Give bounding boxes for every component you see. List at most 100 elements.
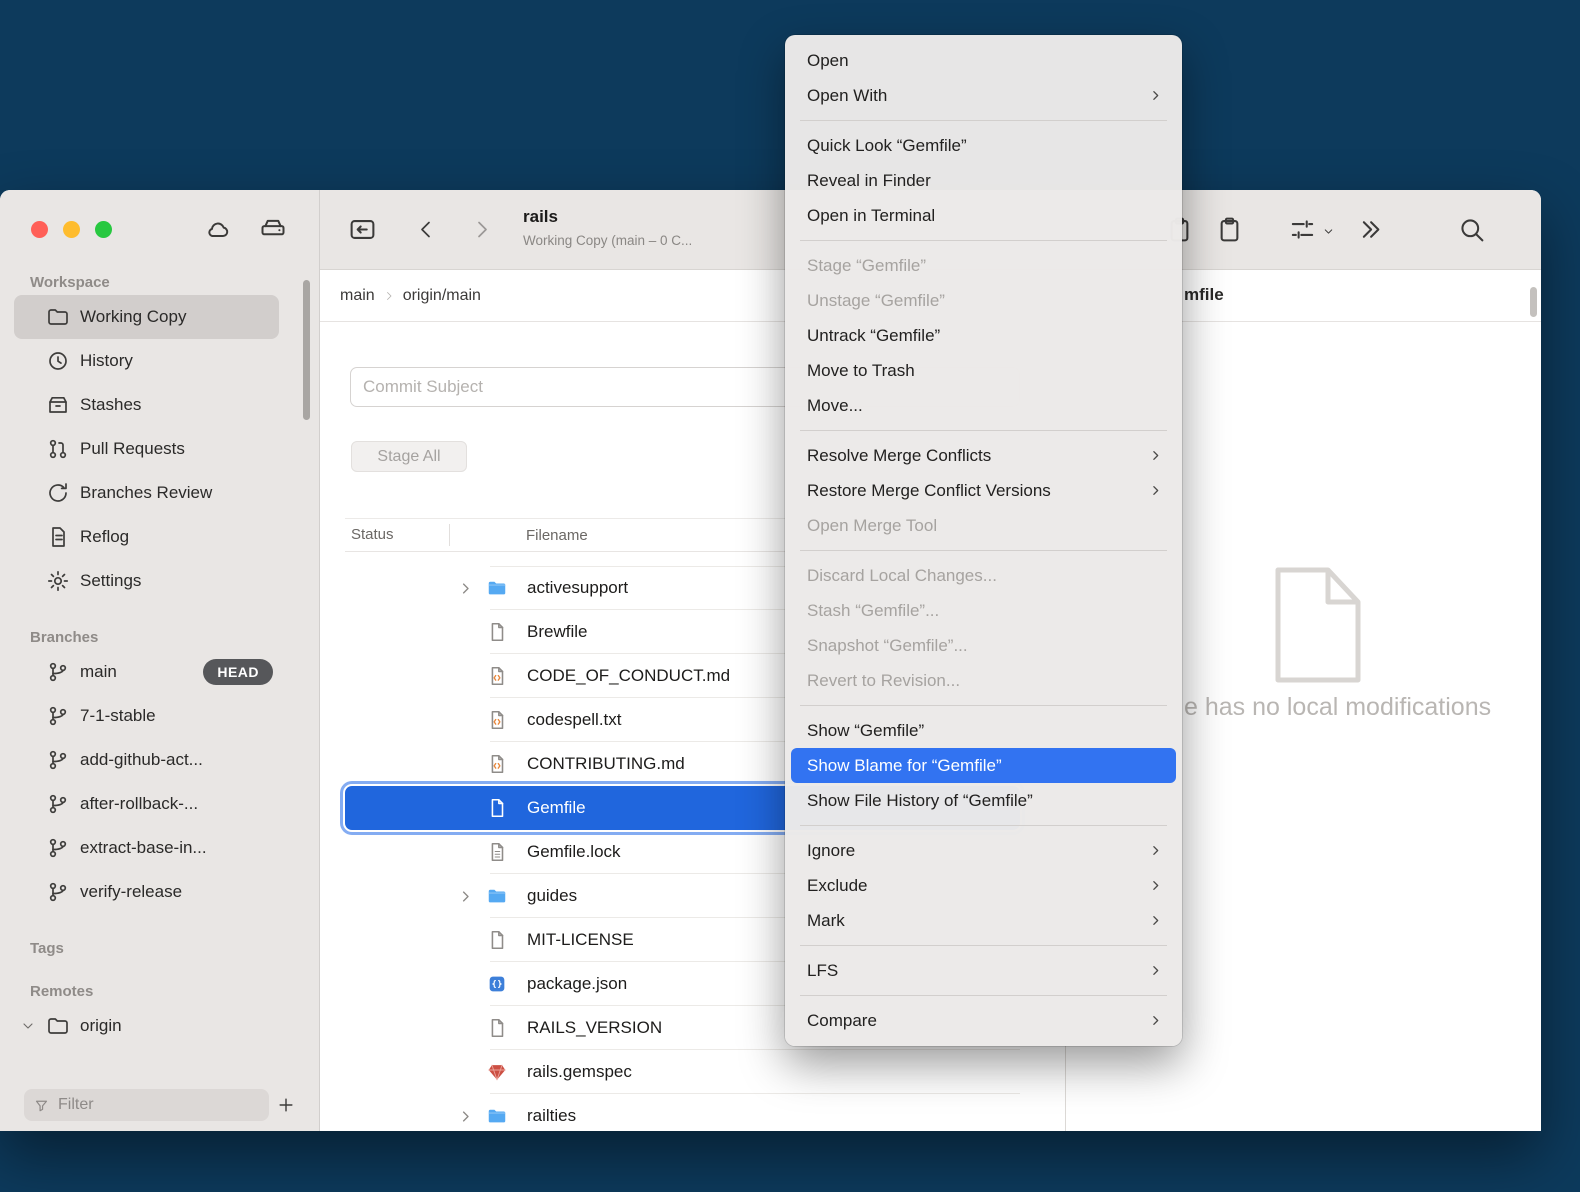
menu-item-quick-look-gemfile[interactable]: Quick Look “Gemfile” (791, 128, 1176, 163)
forward-icon[interactable] (470, 215, 494, 244)
menu-item-label: Move... (807, 396, 863, 416)
expand-chevron-icon[interactable] (450, 1109, 480, 1124)
folder-icon (46, 305, 70, 329)
menu-item-move-to-trash[interactable]: Move to Trash (791, 353, 1176, 388)
sidebar-item-settings[interactable]: Settings (14, 559, 279, 603)
stage-all-button[interactable]: Stage All (351, 441, 467, 472)
folder-blue-icon (480, 577, 514, 599)
history-icon (46, 349, 70, 373)
filename-label: package.json (527, 974, 627, 994)
file-code-icon (480, 709, 514, 731)
filename-label: CODE_OF_CONDUCT.md (527, 666, 730, 686)
filename-label: CONTRIBUTING.md (527, 754, 685, 774)
breadcrumb-item-main[interactable]: main (340, 287, 375, 305)
breadcrumb-item-origin-main[interactable]: origin/main (403, 287, 481, 305)
expand-chevron-icon[interactable] (450, 889, 480, 904)
column-status[interactable]: Status (345, 524, 450, 546)
panel-toggle-icon[interactable] (348, 215, 377, 244)
file-icon (480, 797, 514, 819)
sidebar-item-label: after-rollback-... (80, 794, 198, 814)
sidebar-item-after-rollback[interactable]: after-rollback-... (14, 782, 279, 826)
menu-separator (800, 550, 1167, 551)
menu-item-label: Stage “Gemfile” (807, 256, 926, 276)
chevron-down-icon[interactable] (20, 1018, 36, 1034)
menu-item-open-with[interactable]: Open With (791, 78, 1176, 113)
file-row-rails-gemspec[interactable]: rails.gemspec (345, 1050, 1020, 1094)
toolbar-overflow-icon[interactable] (1356, 215, 1385, 244)
document-icon (1272, 565, 1364, 685)
menu-item-restore-merge-conflict-versions[interactable]: Restore Merge Conflict Versions (791, 473, 1176, 508)
menu-item-ignore[interactable]: Ignore (791, 833, 1176, 868)
context-menu: OpenOpen With Quick Look “Gemfile” Reveal … (785, 35, 1182, 1046)
sidebar-item-stashes[interactable]: Stashes (14, 383, 279, 427)
filename-label: Gemfile (527, 798, 586, 818)
menu-item-lfs[interactable]: LFS (791, 953, 1176, 988)
menu-item-label: Resolve Merge Conflicts (807, 446, 991, 466)
sidebar-item-branches-review[interactable]: Branches Review (14, 471, 279, 515)
menu-item-label: LFS (807, 961, 838, 981)
menu-item-open[interactable]: Open (791, 43, 1176, 78)
menu-item-snapshot-gemfile: Snapshot “Gemfile”... (791, 628, 1176, 663)
sidebar-item-add-github-act[interactable]: add-github-act... (14, 738, 279, 782)
sidebar-item-history[interactable]: History (14, 339, 279, 383)
menu-item-untrack-gemfile[interactable]: Untrack “Gemfile” (791, 318, 1176, 353)
stash-icon (46, 393, 70, 417)
column-filename[interactable]: Filename (450, 527, 588, 544)
sidebar-item-pull-requests[interactable]: Pull Requests (14, 427, 279, 471)
menu-separator (800, 430, 1167, 431)
submenu-chevron-icon (1149, 964, 1162, 977)
chevron-down-icon[interactable] (1322, 225, 1335, 238)
filename-label: codespell.txt (527, 710, 622, 730)
sidebar-item-verify-release[interactable]: verify-release (14, 870, 279, 914)
menu-separator (800, 240, 1167, 241)
add-repository-button[interactable] (269, 1089, 303, 1121)
filter-input[interactable]: Filter (24, 1089, 269, 1121)
menu-item-show-file-history-of-gemfile[interactable]: Show File History of “Gemfile” (791, 783, 1176, 818)
sidebar-item-main[interactable]: mainHEAD (14, 650, 279, 694)
menu-item-move[interactable]: Move... (791, 388, 1176, 423)
branch-icon (46, 880, 70, 904)
sidebar-scrollbar[interactable] (303, 280, 310, 420)
menu-item-stash-gemfile: Stash “Gemfile”... (791, 593, 1176, 628)
menu-item-label: Revert to Revision... (807, 671, 960, 691)
clipboard-icon[interactable] (1215, 215, 1244, 244)
menu-item-label: Reveal in Finder (807, 171, 931, 191)
repo-title: rails (523, 207, 692, 227)
menu-item-mark[interactable]: Mark (791, 903, 1176, 938)
sidebar-item-working-copy[interactable]: Working Copy (14, 295, 279, 339)
sidebar-item-label: Pull Requests (80, 439, 185, 459)
sidebar-item-reflog[interactable]: Reflog (14, 515, 279, 559)
submenu-chevron-icon (1149, 484, 1162, 497)
file-row-railties[interactable]: railties (345, 1094, 1020, 1131)
branch-icon (46, 704, 70, 728)
sidebar-item-origin[interactable]: origin (14, 1004, 279, 1048)
search-icon[interactable] (1457, 215, 1486, 244)
menu-item-label: Open Merge Tool (807, 516, 937, 536)
menu-item-show-gemfile[interactable]: Show “Gemfile” (791, 713, 1176, 748)
expand-chevron-icon[interactable] (450, 581, 480, 596)
submenu-chevron-icon (1149, 449, 1162, 462)
detail-scrollbar[interactable] (1530, 287, 1537, 317)
sidebar-item-label: extract-base-in... (80, 838, 207, 858)
menu-item-exclude[interactable]: Exclude (791, 868, 1176, 903)
menu-item-show-blame-for-gemfile[interactable]: Show Blame for “Gemfile” (791, 748, 1176, 783)
menu-item-label: Ignore (807, 841, 855, 861)
branch-icon (46, 748, 70, 772)
menu-separator (800, 120, 1167, 121)
back-icon[interactable] (414, 215, 438, 244)
menu-item-reveal-in-finder[interactable]: Reveal in Finder (791, 163, 1176, 198)
sidebar-item-extract-base-in[interactable]: extract-base-in... (14, 826, 279, 870)
sidebar-item-7-1-stable[interactable]: 7-1-stable (14, 694, 279, 738)
menu-separator (800, 945, 1167, 946)
menu-separator (800, 825, 1167, 826)
menu-item-open-in-terminal[interactable]: Open in Terminal (791, 198, 1176, 233)
repo-title-block: rails Working Copy (main – 0 C... (523, 207, 692, 248)
quick-launch-icon[interactable] (1288, 215, 1317, 244)
filename-label: rails.gemspec (527, 1062, 632, 1082)
menu-item-resolve-merge-conflicts[interactable]: Resolve Merge Conflicts (791, 438, 1176, 473)
file-code-icon (480, 753, 514, 775)
filename-label: Brewfile (527, 622, 587, 642)
pull-request-icon (46, 437, 70, 461)
submenu-chevron-icon (1149, 1014, 1162, 1027)
menu-item-compare[interactable]: Compare (791, 1003, 1176, 1038)
